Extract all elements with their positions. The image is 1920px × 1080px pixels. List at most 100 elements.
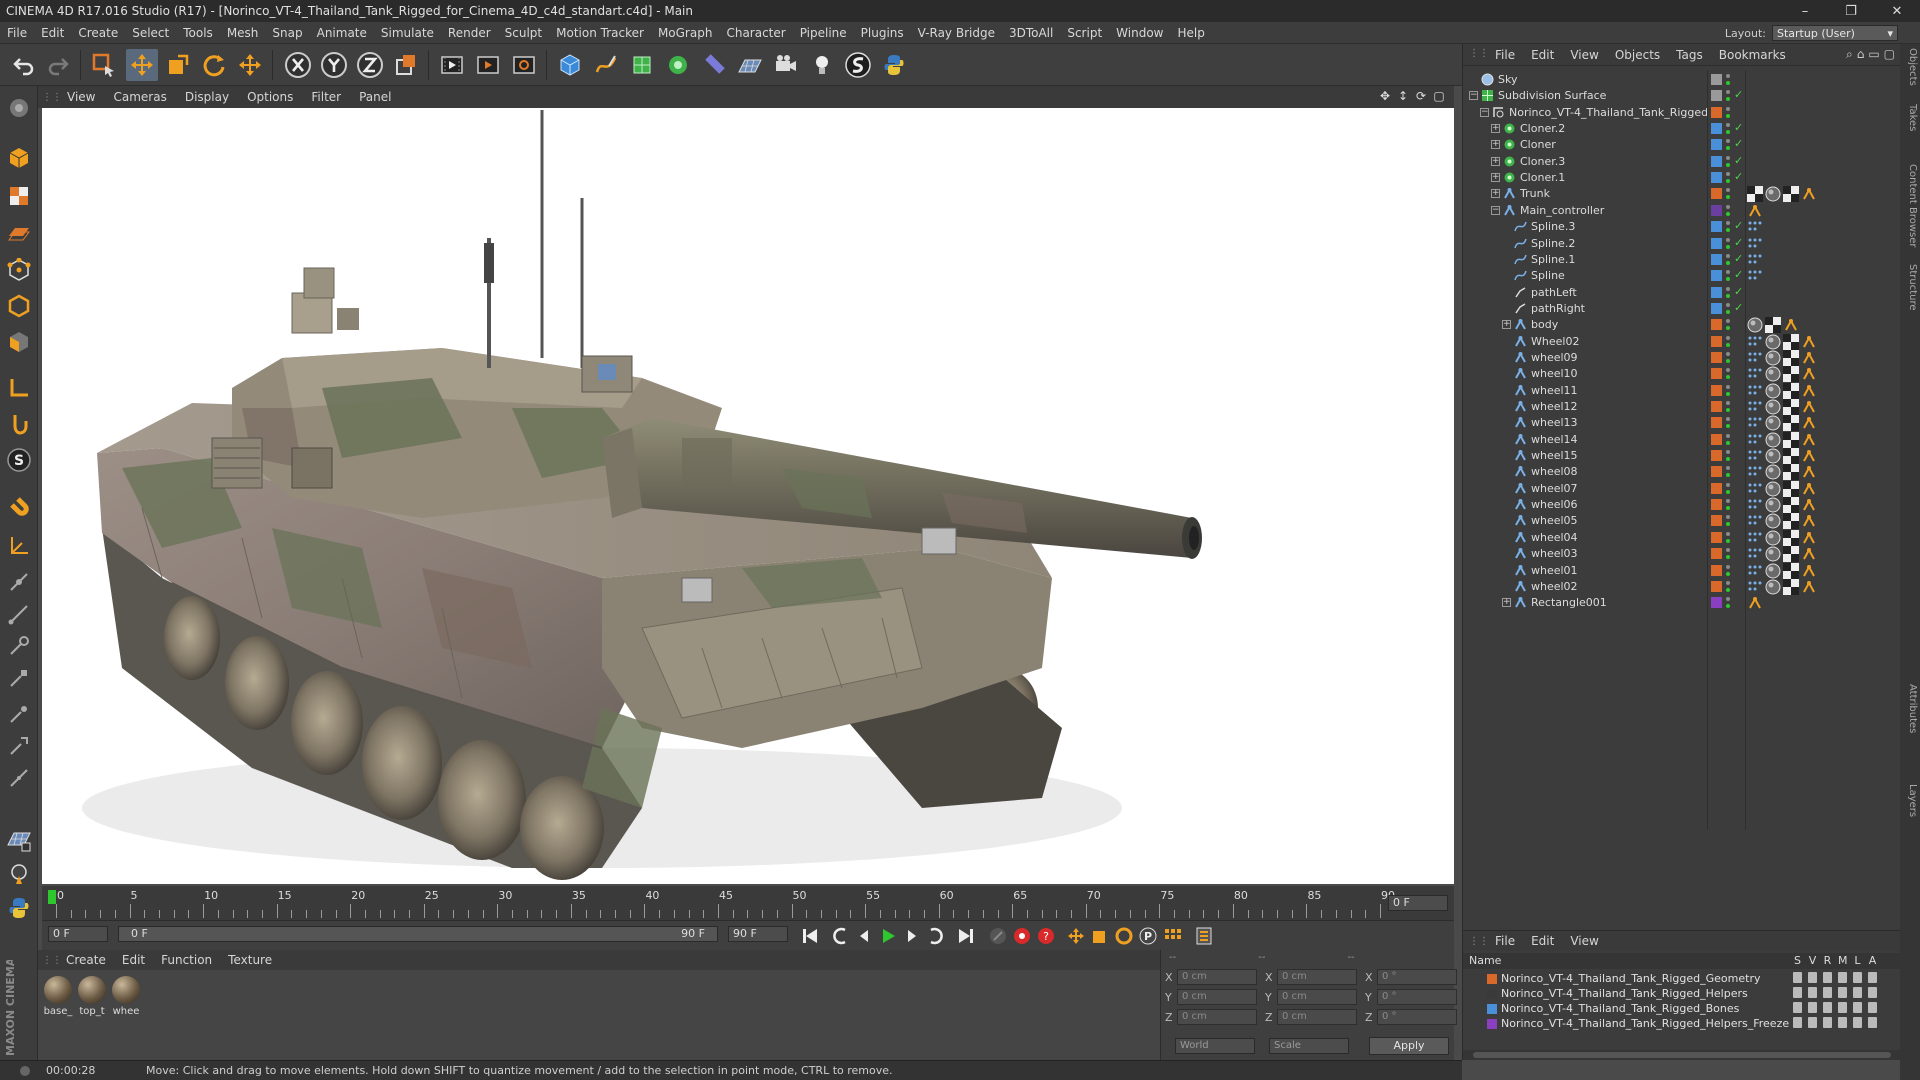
z-axis-lock-icon[interactable]	[354, 49, 386, 81]
object-name[interactable]: Norinco_VT-4_Thailand_Tank_Rigged	[1509, 106, 1708, 119]
subdivision-generator-icon[interactable]	[626, 49, 658, 81]
expand-toggle-icon[interactable]: +	[1491, 173, 1500, 183]
enabled-checkmark-icon[interactable]: ✓	[1734, 170, 1743, 183]
layer-flag-icon[interactable]	[1853, 972, 1862, 983]
size-field[interactable]: 0 cm	[1277, 1009, 1357, 1025]
python-generator-icon[interactable]	[3, 892, 35, 924]
material-menu-texture[interactable]: Texture	[220, 953, 280, 967]
object-name[interactable]: Cloner.3	[1520, 155, 1565, 168]
playhead-marker[interactable]	[48, 890, 56, 904]
side-tab-attributes[interactable]: Attributes	[1902, 684, 1918, 733]
menu-render[interactable]: Render	[441, 26, 498, 40]
object-name[interactable]: wheel09	[1531, 351, 1578, 364]
enabled-checkmark-icon[interactable]: ✓	[1734, 88, 1743, 101]
layer-color-swatch[interactable]	[1711, 466, 1722, 478]
timeline-window-icon[interactable]	[1192, 924, 1216, 948]
rotate-tool-icon[interactable]	[198, 49, 230, 81]
viewport-menu-view[interactable]: View	[58, 90, 104, 104]
object-name[interactable]: wheel10	[1531, 367, 1578, 380]
expand-toggle-icon[interactable]: +	[1502, 320, 1511, 330]
layer-flag-icon[interactable]	[1793, 1017, 1802, 1028]
position-field[interactable]: 0 cm	[1177, 969, 1257, 985]
preview-range-slider[interactable]: 0 F 90 F	[118, 926, 718, 942]
object-name[interactable]: Main_controller	[1520, 204, 1604, 217]
object-name[interactable]: wheel04	[1531, 531, 1578, 544]
menu-create[interactable]: Create	[71, 26, 125, 40]
render-picture-viewer-icon[interactable]	[472, 49, 504, 81]
layer-name[interactable]: Norinco_VT-4_Thailand_Tank_Rigged_Geomet…	[1501, 972, 1760, 985]
layer-color-swatch[interactable]	[1711, 401, 1722, 412]
layer-color-swatch[interactable]	[1711, 123, 1722, 135]
menu-v-ray-bridge[interactable]: V-Ray Bridge	[911, 26, 1002, 40]
edges-mode-icon[interactable]	[3, 290, 35, 322]
menu-help[interactable]: Help	[1170, 26, 1211, 40]
material-menu-edit[interactable]: Edit	[114, 953, 153, 967]
enabled-checkmark-icon[interactable]: ✓	[1734, 301, 1743, 314]
object-name[interactable]: wheel13	[1531, 416, 1578, 429]
rotation-field[interactable]: 0 °	[1377, 969, 1457, 985]
menu-3dtoall[interactable]: 3DToAll	[1002, 26, 1060, 40]
layer-color-swatch[interactable]	[1487, 989, 1497, 999]
object-name[interactable]: Rectangle001	[1531, 596, 1607, 609]
end-frame-field[interactable]: 90 F	[728, 926, 788, 942]
layer-color-swatch[interactable]	[1487, 1004, 1497, 1014]
layer-flag-icon[interactable]	[1838, 987, 1847, 998]
layer-color-swatch[interactable]	[1711, 482, 1722, 494]
menu-mograph[interactable]: MoGraph	[651, 26, 720, 40]
deformer-icon[interactable]	[698, 49, 730, 81]
next-key-icon[interactable]	[924, 924, 948, 948]
layer-color-swatch[interactable]	[1711, 548, 1722, 560]
expand-toggle-icon[interactable]: −	[1480, 107, 1489, 117]
size-field[interactable]: 0 cm	[1277, 989, 1357, 1005]
move-tool-icon[interactable]	[126, 49, 158, 81]
expand-toggle-icon[interactable]: −	[1491, 205, 1500, 215]
layer-flag-icon[interactable]	[1868, 987, 1877, 998]
layer-flag-icon[interactable]	[1838, 972, 1847, 983]
layer-color-swatch[interactable]	[1711, 253, 1722, 265]
layer-color-swatch[interactable]	[1711, 188, 1722, 200]
snap-icon[interactable]: S	[3, 444, 35, 476]
object-name[interactable]: pathRight	[1531, 302, 1585, 315]
rotation-key-icon[interactable]	[1112, 924, 1136, 948]
render-settings-icon[interactable]	[508, 49, 540, 81]
object-menu-view[interactable]: View	[1562, 48, 1606, 62]
menu-script[interactable]: Script	[1060, 26, 1109, 40]
keyframe-selection-icon[interactable]: ?	[1034, 924, 1058, 948]
pose-tool-icon[interactable]	[3, 762, 35, 794]
object-name[interactable]: wheel12	[1531, 400, 1578, 413]
menu-mesh[interactable]: Mesh	[220, 26, 266, 40]
layer-flag-icon[interactable]	[1808, 987, 1817, 998]
layer-color-swatch[interactable]	[1711, 204, 1722, 216]
workplane-icon[interactable]	[3, 216, 35, 248]
object-name[interactable]: Cloner	[1520, 138, 1556, 151]
menu-sculpt[interactable]: Sculpt	[498, 26, 549, 40]
menu-animate[interactable]: Animate	[310, 26, 374, 40]
object-name[interactable]: Sky	[1498, 73, 1517, 86]
layer-color-swatch[interactable]	[1711, 90, 1722, 102]
object-name[interactable]: wheel01	[1531, 564, 1578, 577]
enabled-checkmark-icon[interactable]: ✓	[1734, 268, 1743, 281]
pan-view-icon[interactable]: ✥	[1378, 89, 1392, 103]
layer-flag-icon[interactable]	[1838, 1017, 1847, 1028]
ik-tag-icon[interactable]	[1747, 595, 1763, 611]
object-name[interactable]: wheel11	[1531, 384, 1578, 397]
object-name[interactable]: Spline	[1531, 269, 1565, 282]
layer-flag-icon[interactable]	[1853, 1002, 1862, 1013]
pen-spline-icon[interactable]	[590, 49, 622, 81]
script-manager-icon[interactable]	[842, 49, 874, 81]
object-name[interactable]: wheel03	[1531, 547, 1578, 560]
home-icon[interactable]: ⌂	[1857, 47, 1865, 62]
menu-simulate[interactable]: Simulate	[374, 26, 441, 40]
menu-tools[interactable]: Tools	[176, 26, 220, 40]
layer-flag-icon[interactable]	[1868, 972, 1877, 983]
layer-color-swatch[interactable]	[1711, 270, 1722, 282]
expand-toggle-icon[interactable]: +	[1502, 598, 1511, 608]
live-selection-icon[interactable]	[88, 49, 120, 81]
enabled-checkmark-icon[interactable]: ✓	[1734, 154, 1743, 167]
layer-menu-edit[interactable]: Edit	[1523, 934, 1562, 948]
expand-toggle-icon[interactable]: −	[1469, 91, 1478, 101]
object-name[interactable]: pathLeft	[1531, 286, 1577, 299]
layer-flag-icon[interactable]	[1823, 987, 1832, 998]
orbit-view-icon[interactable]: ⟳	[1414, 89, 1428, 103]
enabled-checkmark-icon[interactable]: ✓	[1734, 236, 1743, 249]
